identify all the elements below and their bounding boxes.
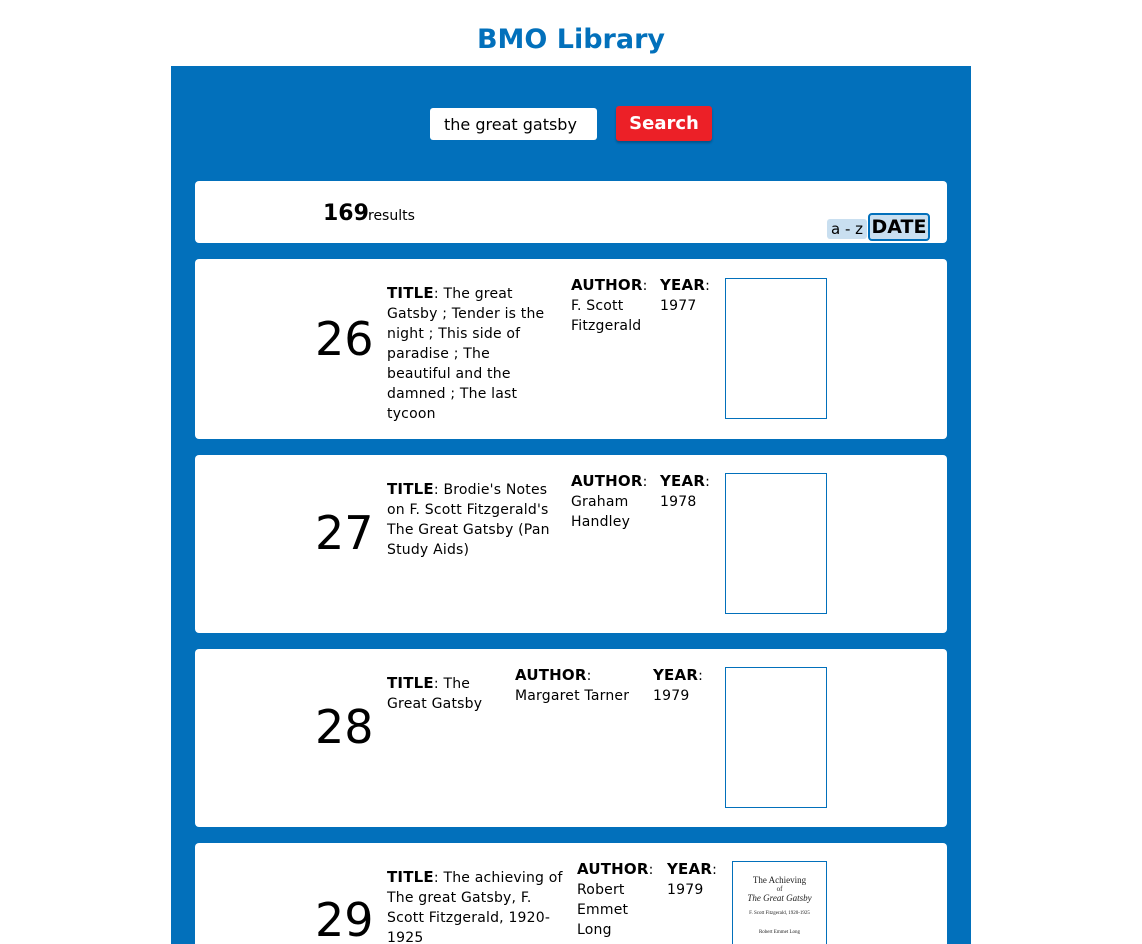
book-cover-placeholder: [725, 278, 827, 419]
sort-date-button[interactable]: DATE: [868, 213, 930, 241]
book-rank: 26: [315, 312, 374, 366]
book-title: TITLE: The Great Gatsby: [387, 674, 483, 712]
book-year-text: 1979: [667, 882, 704, 898]
results-bar: 169 results a - z DATE: [195, 181, 947, 243]
year-label: YEAR: [653, 666, 699, 684]
book-title: TITLE: The great Gatsby ; Tender is the …: [387, 284, 545, 422]
book-card[interactable]: 29 TITLE: The achieving of The great Gat…: [195, 843, 947, 944]
author-label: AUTHOR: [515, 666, 587, 684]
book-author-text: Graham Handley: [571, 494, 631, 530]
book-year: YEAR: 1977: [660, 276, 710, 314]
book-author: AUTHOR: F. Scott Fitzgerald: [571, 276, 648, 334]
author-label: AUTHOR: [577, 860, 649, 878]
book-cover-placeholder: [725, 667, 827, 808]
author-label: AUTHOR: [571, 472, 643, 490]
book-rank: 28: [315, 700, 374, 754]
year-label: YEAR: [660, 276, 706, 294]
author-label: AUTHOR: [571, 276, 643, 294]
search-button[interactable]: Search: [616, 106, 712, 141]
book-year: YEAR: 1979: [667, 860, 717, 898]
title-label: TITLE: [387, 284, 434, 302]
title-label: TITLE: [387, 868, 434, 886]
book-card[interactable]: 28 TITLE: The Great Gatsby AUTHOR: Margar…: [195, 649, 947, 827]
book-title: TITLE: Brodie's Notes on F. Scott Fitzge…: [387, 480, 550, 558]
book-cover-placeholder: [725, 473, 827, 614]
book-rank: 29: [315, 893, 374, 944]
results-count: 169: [323, 201, 369, 226]
book-author: AUTHOR: Graham Handley: [571, 472, 648, 530]
search-input[interactable]: [430, 108, 597, 140]
book-card[interactable]: 27 TITLE: Brodie's Notes on F. Scott Fit…: [195, 455, 947, 633]
book-author: AUTHOR: Robert Emmet Long: [577, 860, 654, 938]
book-year-text: 1977: [660, 298, 697, 314]
book-year: YEAR: 1979: [653, 666, 703, 704]
main-panel: Search 169 results a - z DATE 26 TITLE: …: [171, 66, 971, 944]
book-rank: 27: [315, 506, 374, 560]
book-author: AUTHOR: Margaret Tarner: [515, 666, 630, 704]
book-title: TITLE: The achieving of The great Gatsby…: [387, 868, 563, 944]
book-author-text: Robert Emmet Long: [577, 882, 629, 938]
book-year: YEAR: 1978: [660, 472, 710, 510]
book-title-text: The great Gatsby ; Tender is the night ;…: [387, 286, 545, 422]
results-label: results: [368, 208, 415, 224]
book-cover-image: The Achieving of The Great Gatsby F. Sco…: [732, 861, 827, 944]
app-title: BMO Library: [476, 24, 666, 55]
book-card[interactable]: 26 TITLE: The great Gatsby ; Tender is t…: [195, 259, 947, 439]
book-year-text: 1978: [660, 494, 697, 510]
year-label: YEAR: [667, 860, 713, 878]
title-label: TITLE: [387, 674, 434, 692]
year-label: YEAR: [660, 472, 706, 490]
book-author-text: F. Scott Fitzgerald: [571, 298, 642, 334]
book-author-text: Margaret Tarner: [515, 688, 630, 704]
title-label: TITLE: [387, 480, 434, 498]
sort-az-button[interactable]: a - z: [827, 219, 867, 239]
book-year-text: 1979: [653, 688, 690, 704]
